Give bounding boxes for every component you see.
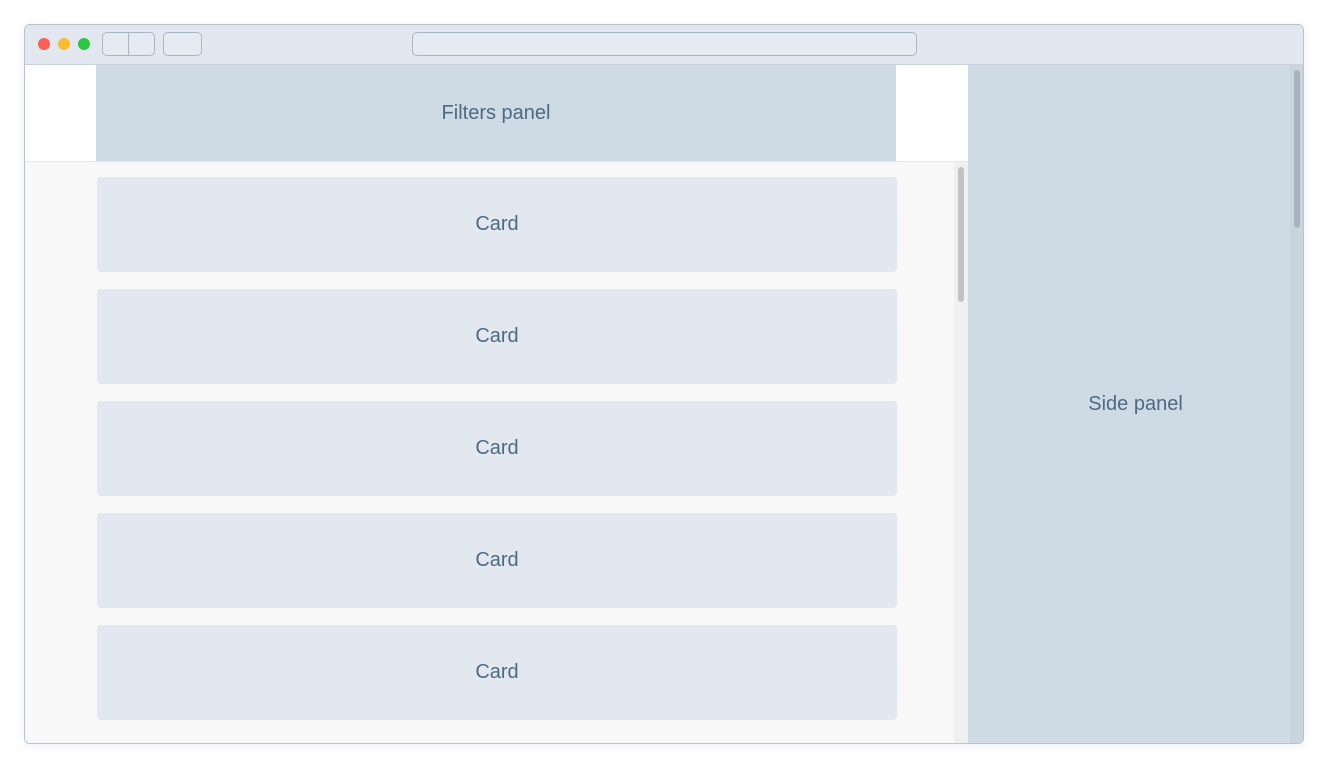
card[interactable]: Card [97, 513, 897, 608]
main-scrollbar[interactable] [954, 162, 968, 743]
card[interactable]: Card [97, 401, 897, 496]
card[interactable]: Card [97, 177, 897, 272]
card-label: Card [475, 325, 519, 347]
page-content: Filters panel Card Card Card Card Card S… [25, 65, 1303, 743]
card-label: Card [475, 549, 519, 571]
browser-window: Filters panel Card Card Card Card Card S… [24, 24, 1304, 744]
maximize-window-button[interactable] [78, 38, 90, 50]
back-button[interactable] [102, 32, 129, 56]
window-titlebar [25, 25, 1303, 65]
card-label: Card [475, 661, 519, 683]
card[interactable]: Card [97, 625, 897, 720]
card-label: Card [475, 213, 519, 235]
side-panel-scrollbar-thumb[interactable] [1294, 70, 1300, 228]
sidebar-toggle-button[interactable] [163, 32, 202, 56]
forward-button[interactable] [128, 32, 155, 56]
close-window-button[interactable] [38, 38, 50, 50]
side-panel: Side panel [968, 65, 1303, 743]
filters-bar: Filters panel [25, 65, 968, 162]
filters-panel-label: Filters panel [441, 101, 551, 124]
main-area: Filters panel Card Card Card Card Card [25, 65, 968, 743]
side-panel-label: Side panel [1088, 392, 1183, 415]
card-label: Card [475, 437, 519, 459]
filters-panel[interactable]: Filters panel [96, 65, 896, 161]
side-panel-scrollbar[interactable] [1290, 65, 1303, 743]
minimize-window-button[interactable] [58, 38, 70, 50]
card[interactable]: Card [97, 289, 897, 384]
main-scrollbar-thumb[interactable] [958, 167, 964, 302]
address-bar[interactable] [412, 32, 917, 56]
